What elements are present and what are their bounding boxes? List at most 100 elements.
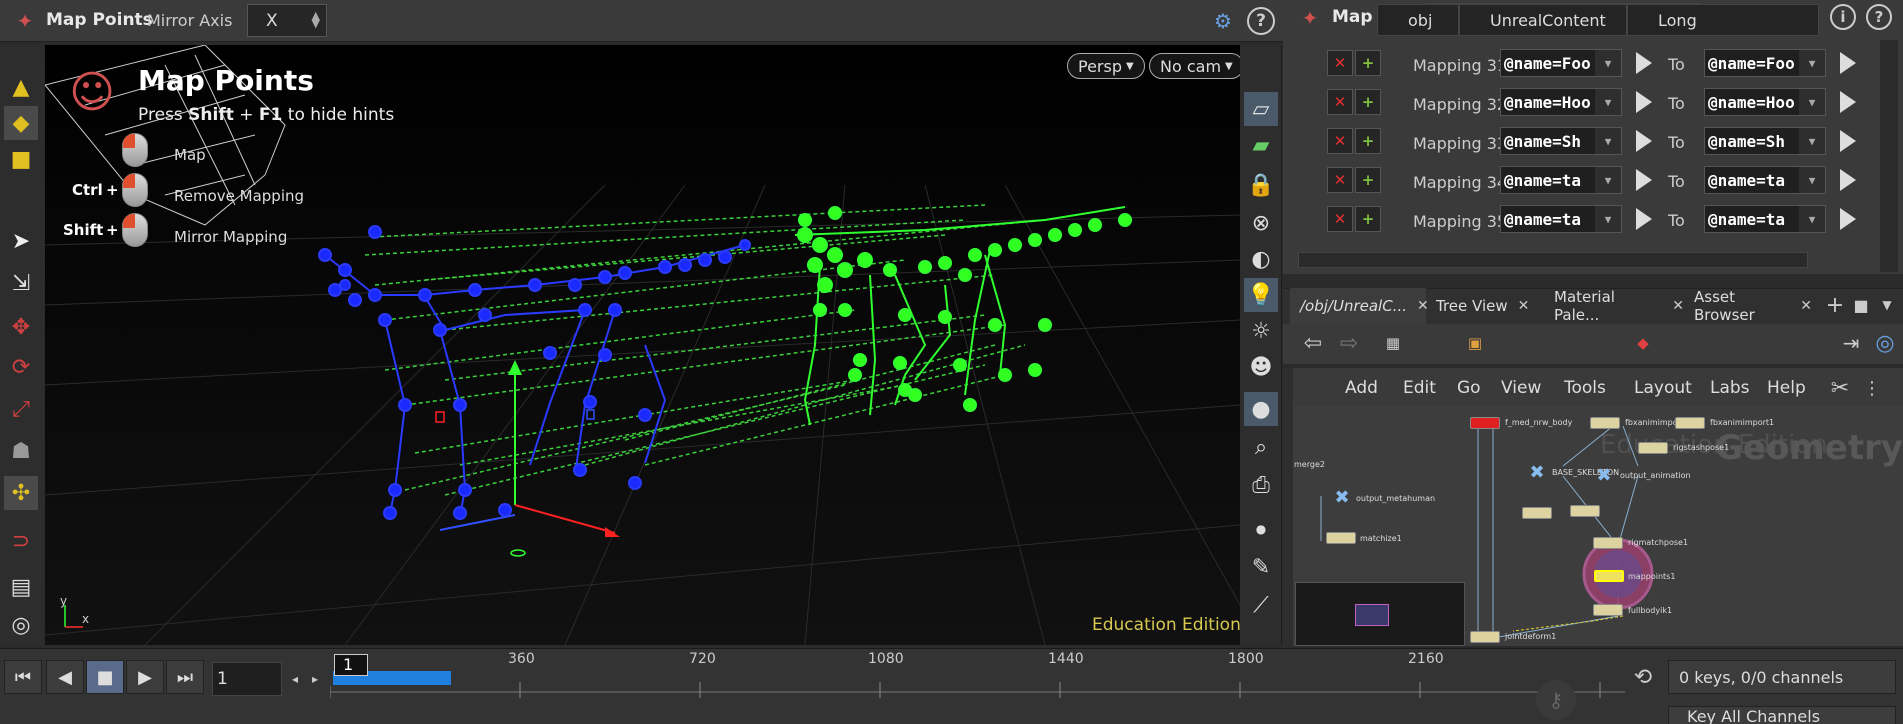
- dropdown-icon[interactable]: ▼: [1595, 167, 1621, 193]
- shading-icon[interactable]: ◐: [1244, 242, 1278, 276]
- menu-add[interactable]: Add: [1345, 378, 1378, 398]
- mapping-from-field[interactable]: @name=ta ▼: [1500, 205, 1622, 233]
- select-arrow-icon[interactable]: [1840, 208, 1856, 230]
- node-jointdeform[interactable]: [1470, 631, 1500, 643]
- link-icon[interactable]: ◎: [1870, 328, 1900, 358]
- key-icon[interactable]: ⚷: [1536, 680, 1576, 720]
- select-arrow-icon[interactable]: [1840, 130, 1856, 152]
- select-arrow-icon[interactable]: ➤: [4, 224, 38, 258]
- add-tab-icon[interactable]: +: [1822, 292, 1848, 318]
- realtime-toggle-icon[interactable]: ⟲: [1626, 660, 1660, 694]
- lock-icon[interactable]: 🔒: [1244, 168, 1278, 202]
- dropdown-icon[interactable]: ▼: [1799, 167, 1825, 193]
- maximize-icon[interactable]: ■: [1848, 292, 1874, 318]
- node-body-mesh[interactable]: [1470, 417, 1500, 429]
- node-output-metahuman[interactable]: ✖: [1330, 487, 1354, 508]
- remove-mapping-button[interactable]: ✕: [1327, 167, 1353, 193]
- pin-icon[interactable]: ⇥: [1836, 328, 1866, 358]
- node-base-skeleton[interactable]: ✖: [1525, 462, 1549, 483]
- help-icon[interactable]: ?: [1866, 4, 1892, 30]
- close-icon[interactable]: ✕: [1800, 298, 1812, 314]
- move-tool-icon[interactable]: ✥: [4, 310, 38, 344]
- select-arrow-icon[interactable]: [1636, 130, 1652, 152]
- menu-go[interactable]: Go: [1457, 378, 1481, 398]
- timeline-ruler[interactable]: [330, 670, 1625, 698]
- display-mode-icon[interactable]: ●: [1244, 392, 1278, 426]
- network-options-icon[interactable]: ⋮: [1858, 374, 1886, 402]
- close-icon[interactable]: ✕: [1518, 298, 1530, 314]
- minimap-viewport[interactable]: [1355, 604, 1389, 626]
- scene-viewport[interactable]: [45, 45, 1240, 645]
- stop-button[interactable]: ■: [86, 660, 124, 694]
- pose-tool-icon[interactable]: ☗: [4, 434, 38, 468]
- flipbook-icon[interactable]: ▤: [4, 570, 38, 604]
- node-output-animation[interactable]: ✖: [1592, 465, 1616, 486]
- horizontal-scrollbar[interactable]: [1298, 252, 1808, 268]
- tab-asset-browser[interactable]: Asset Browser ✕: [1684, 288, 1812, 324]
- remove-mapping-button[interactable]: ✕: [1327, 206, 1353, 232]
- menu-help[interactable]: Help: [1767, 378, 1806, 398]
- close-icon[interactable]: ✕: [1672, 298, 1684, 314]
- menu-edit[interactable]: Edit: [1403, 378, 1436, 398]
- tab-network[interactable]: /obj/UnrealC... ✕: [1290, 288, 1429, 324]
- path-crumb-long[interactable]: Long: [1627, 4, 1819, 36]
- node-fullbodyik[interactable]: [1593, 604, 1623, 616]
- mapping-from-field[interactable]: @name=Hoo ▼: [1500, 88, 1622, 116]
- mapping-from-field[interactable]: @name=Foo ▼: [1500, 49, 1622, 77]
- tools-icon[interactable]: ✂: [1826, 374, 1854, 402]
- menu-layout[interactable]: Layout: [1634, 378, 1692, 398]
- node-rigstashpose[interactable]: [1638, 442, 1668, 454]
- dot-icon[interactable]: ●: [1244, 512, 1278, 546]
- remove-mapping-button[interactable]: ✕: [1327, 128, 1353, 154]
- rotate-tool-icon[interactable]: ⟳: [4, 350, 38, 384]
- mapping-to-field[interactable]: @name=Foo ▼: [1704, 49, 1826, 77]
- mapping-to-field[interactable]: @name=ta ▼: [1704, 166, 1826, 194]
- menu-labs[interactable]: Labs: [1710, 378, 1750, 398]
- select-primitives-icon[interactable]: ■: [4, 142, 38, 176]
- insert-mapping-button[interactable]: +: [1355, 89, 1381, 115]
- insert-mapping-button[interactable]: +: [1355, 167, 1381, 193]
- node-mappoints[interactable]: [1594, 570, 1624, 582]
- menu-view[interactable]: View: [1501, 378, 1541, 398]
- select-arrow-icon[interactable]: [1840, 91, 1856, 113]
- camera-icon[interactable]: ⌕: [1244, 430, 1278, 464]
- frame-field[interactable]: 1: [212, 662, 282, 696]
- play-button[interactable]: ▶: [126, 660, 164, 694]
- insert-mapping-button[interactable]: +: [1355, 128, 1381, 154]
- snapshot-icon[interactable]: ⎙: [1244, 468, 1278, 502]
- tab-material-palette[interactable]: Material Pale... ✕: [1544, 288, 1684, 324]
- ghost-icon[interactable]: ⊗: [1244, 206, 1278, 240]
- parameter-scrollbar[interactable]: [1880, 40, 1898, 272]
- node-fbxanimimport-b[interactable]: [1675, 417, 1705, 429]
- pane-menu-icon[interactable]: ▼: [1874, 292, 1900, 318]
- dropdown-icon[interactable]: ▼: [1595, 89, 1621, 115]
- mapping-to-field[interactable]: @name=Sh ▼: [1704, 127, 1826, 155]
- key-all-channels-button[interactable]: Key All Channels: [1668, 706, 1896, 724]
- last-frame-button[interactable]: ⏭: [166, 660, 204, 694]
- mapping-to-field[interactable]: @name=ta ▼: [1704, 205, 1826, 233]
- handle-tool-icon[interactable]: ⇲: [4, 266, 38, 300]
- back-arrow-icon[interactable]: ⇦: [1298, 328, 1328, 358]
- dropdown-icon[interactable]: ▼: [1799, 128, 1825, 154]
- node-matchsize[interactable]: [1326, 532, 1356, 544]
- select-arrow-icon[interactable]: [1840, 52, 1856, 74]
- node-rigmatchpose[interactable]: [1593, 537, 1623, 549]
- select-points-icon[interactable]: ◆: [4, 106, 38, 140]
- forward-arrow-icon[interactable]: ⇨: [1334, 328, 1364, 358]
- dropdown-icon[interactable]: ▼: [1595, 206, 1621, 232]
- select-arrow-icon[interactable]: [1636, 52, 1652, 74]
- path-crumb-unreal[interactable]: UnrealContent: [1459, 4, 1627, 36]
- camera-menu[interactable]: No cam ▼: [1149, 53, 1244, 79]
- step-back-button[interactable]: ◀: [46, 660, 84, 694]
- select-geometry-icon[interactable]: ▲: [4, 70, 38, 104]
- dropdown-icon[interactable]: ▼: [1799, 50, 1825, 76]
- next-key-icon[interactable]: ▸: [306, 664, 324, 694]
- mapping-from-field[interactable]: @name=Sh ▼: [1500, 127, 1622, 155]
- light-icon[interactable]: 💡: [1244, 278, 1278, 312]
- info-icon[interactable]: i: [1830, 4, 1856, 30]
- dropdown-icon[interactable]: ▼: [1799, 89, 1825, 115]
- pen-icon[interactable]: ✎: [1244, 550, 1278, 584]
- headlight-icon[interactable]: ☼: [1244, 314, 1278, 348]
- map-points-tool-icon[interactable]: ✣: [4, 476, 38, 510]
- first-frame-button[interactable]: ⏮: [4, 660, 42, 694]
